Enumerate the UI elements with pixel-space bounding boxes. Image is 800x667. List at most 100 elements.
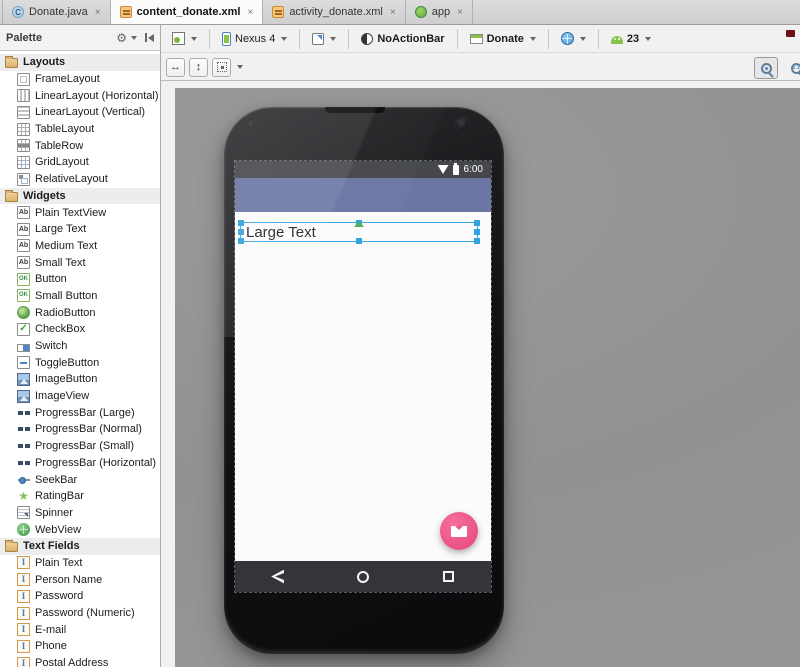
palette-item-linearlayout-vertical[interactable]: LinearLayout (Vertical) <box>0 104 160 121</box>
floating-action-button[interactable] <box>440 512 478 550</box>
zoom-out-button[interactable] <box>754 57 778 79</box>
close-icon[interactable]: × <box>95 7 101 18</box>
palette-item-label: RadioButton <box>35 307 96 319</box>
resize-handle[interactable] <box>238 229 244 235</box>
resize-handle[interactable] <box>474 220 480 226</box>
palette-item-imagebutton[interactable]: ImageButton <box>0 371 160 388</box>
palette-item-checkbox[interactable]: CheckBox <box>0 321 160 338</box>
palette-item-email[interactable]: E-mail <box>0 621 160 638</box>
resize-handle[interactable] <box>474 238 480 244</box>
palette-item-relativelayout[interactable]: RelativeLayout <box>0 171 160 188</box>
palette-item-password[interactable]: Password <box>0 588 160 605</box>
palette-item-progressbar-normal[interactable]: ProgressBar (Normal) <box>0 421 160 438</box>
palette-panel: Palette ⚙ Layouts FrameLayout LinearLayo… <box>0 25 161 667</box>
configuration-selector[interactable] <box>169 30 200 47</box>
palette-item-password-numeric[interactable]: Password (Numeric) <box>0 605 160 622</box>
palette-item-label: RelativeLayout <box>35 173 108 185</box>
close-icon[interactable]: × <box>247 7 253 18</box>
editor-tab-bar: Donate.java × content_donate.xml × activ… <box>0 0 800 25</box>
close-icon[interactable]: × <box>457 7 463 18</box>
tab-content-donate-xml[interactable]: content_donate.xml × <box>111 0 264 24</box>
palette-item-linearlayout-horizontal[interactable]: LinearLayout (Horizontal) <box>0 87 160 104</box>
resize-handle[interactable] <box>474 229 480 235</box>
palette-item-button[interactable]: Button <box>0 271 160 288</box>
selected-textview[interactable]: Large Text <box>240 222 478 242</box>
api-version-selector[interactable]: 23 <box>608 31 654 47</box>
theme-selector[interactable]: NoActionBar <box>358 31 447 47</box>
email-icon <box>451 526 467 537</box>
palette-item-radiobutton[interactable]: RadioButton <box>0 304 160 321</box>
palette-item-progressbar-horizontal[interactable]: ProgressBar (Horizontal) <box>0 455 160 472</box>
palette-item-medium-text[interactable]: Medium Text <box>0 238 160 255</box>
device-screen[interactable]: 6:00 Large Text <box>235 161 491 592</box>
palette-item-small-button[interactable]: Small Button <box>0 288 160 305</box>
layout-content-area[interactable]: Large Text <box>235 212 491 561</box>
chevron-down-icon <box>191 37 197 41</box>
palette-item-person-name[interactable]: Person Name <box>0 571 160 588</box>
palette-item-label: ProgressBar (Small) <box>35 440 134 452</box>
palette-item-ratingbar[interactable]: ★RatingBar <box>0 488 160 505</box>
palette-item-plain-textview[interactable]: Plain TextView <box>0 204 160 221</box>
chevron-down-icon[interactable] <box>237 65 243 69</box>
resize-handle[interactable] <box>356 238 362 244</box>
palette-item-label: Button <box>35 273 67 285</box>
palette-item-progressbar-large[interactable]: ProgressBar (Large) <box>0 404 160 421</box>
palette-item-seekbar[interactable]: SeekBar <box>0 471 160 488</box>
xml-file-icon <box>120 6 132 18</box>
palette-item-phone[interactable]: Phone <box>0 638 160 655</box>
palette-item-webview[interactable]: WebView <box>0 521 160 538</box>
recents-button-icon[interactable] <box>443 571 454 582</box>
resize-handle[interactable] <box>238 238 244 244</box>
toolbar-separator <box>299 29 300 49</box>
close-icon[interactable]: × <box>390 7 396 18</box>
palette-section-layouts[interactable]: Layouts <box>0 54 160 71</box>
palette-section-text-fields[interactable]: Text Fields <box>0 538 160 555</box>
home-button-icon[interactable] <box>357 571 369 583</box>
tab-donate-java[interactable]: Donate.java × <box>2 0 111 24</box>
design-surface[interactable]: 6:00 Large Text <box>175 88 800 667</box>
palette-item-tablerow[interactable]: TableRow <box>0 137 160 154</box>
palette-item-small-text[interactable]: Small Text <box>0 254 160 271</box>
palette-item-label: ProgressBar (Horizontal) <box>35 457 156 469</box>
zoom-to-fit-button[interactable] <box>212 58 231 77</box>
collapse-panel-icon[interactable] <box>145 33 154 42</box>
palette-item-progressbar-small[interactable]: ProgressBar (Small) <box>0 438 160 455</box>
orientation-selector[interactable] <box>309 31 339 47</box>
palette-title: Palette <box>6 32 116 44</box>
palette-section-widgets[interactable]: Widgets <box>0 188 160 205</box>
expand-horizontal-button[interactable]: ↔ <box>166 58 185 77</box>
zoom-toolbar: ↔ ↕ 1:1 <box>161 54 800 81</box>
palette-item-postal-address[interactable]: Postal Address <box>0 655 160 667</box>
navigation-bar <box>235 561 491 592</box>
palette-item-togglebutton[interactable]: ToggleButton <box>0 354 160 371</box>
palette-item-gridlayout[interactable]: GridLayout <box>0 154 160 171</box>
palette-item-spinner[interactable]: Spinner <box>0 505 160 522</box>
tab-label: activity_donate.xml <box>289 6 383 18</box>
expand-vertical-button[interactable]: ↕ <box>189 58 208 77</box>
palette-item-imageview[interactable]: ImageView <box>0 388 160 405</box>
app-bar[interactable] <box>235 178 491 212</box>
ratingbar-icon: ★ <box>17 490 30 503</box>
locale-selector[interactable] <box>558 30 589 47</box>
gear-icon[interactable]: ⚙ <box>116 32 127 44</box>
palette-item-framelayout[interactable]: FrameLayout <box>0 71 160 88</box>
palette-item-label: SeekBar <box>35 474 77 486</box>
palette-item-large-text[interactable]: Large Text <box>0 221 160 238</box>
textfield-icon <box>17 556 30 569</box>
design-canvas[interactable]: 6:00 Large Text <box>161 81 800 667</box>
back-button-icon[interactable] <box>271 570 284 584</box>
palette-item-switch[interactable]: Switch <box>0 338 160 355</box>
activity-selector[interactable]: Donate <box>467 31 539 47</box>
device-selector[interactable]: Nexus 4 <box>219 30 290 48</box>
tab-activity-donate-xml[interactable]: activity_donate.xml × <box>263 0 405 24</box>
palette-item-tablelayout[interactable]: TableLayout <box>0 121 160 138</box>
resize-handle[interactable] <box>238 220 244 226</box>
tab-label: content_donate.xml <box>137 6 241 18</box>
chevron-down-icon[interactable] <box>131 36 137 40</box>
palette-item-plain-text[interactable]: Plain Text <box>0 555 160 572</box>
zoom-actual-size-button[interactable]: 1:1 <box>784 57 800 79</box>
tab-app[interactable]: app × <box>406 0 473 24</box>
palette-item-label: ImageButton <box>35 373 97 385</box>
palette-item-label: TableRow <box>35 140 83 152</box>
webview-icon <box>17 523 30 536</box>
